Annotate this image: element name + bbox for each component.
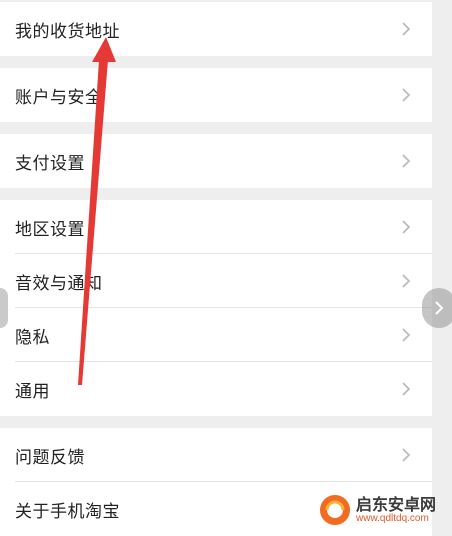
settings-item-feedback[interactable]: 问题反馈 [0,428,432,482]
watermark: 启东安卓网 www.qdltdq.com [318,491,448,529]
settings-item-account-security[interactable]: 账户与安全 [0,68,432,122]
settings-item-sound-notification[interactable]: 音效与通知 [0,254,432,308]
chevron-right-icon [402,154,411,168]
settings-group-payment: 支付设置 [0,134,432,188]
side-nav-next-button[interactable] [422,288,452,328]
watermark-title: 启东安卓网 [356,494,437,514]
watermark-url: www.qdltdq.com [356,513,429,525]
settings-item-address[interactable]: 我的收货地址 [0,2,432,56]
side-nav-left-handle[interactable] [0,288,8,328]
settings-item-label: 账户与安全 [15,87,103,108]
chevron-right-icon [402,382,411,396]
chevron-right-icon [435,301,444,315]
settings-item-label: 隐私 [15,327,50,348]
settings-item-region[interactable]: 地区设置 [0,200,432,254]
chevron-right-icon [402,328,411,342]
chevron-right-icon [402,274,411,288]
watermark-logo-icon [320,495,350,525]
chevron-right-icon [402,22,411,36]
chevron-right-icon [402,88,411,102]
settings-page: 我的收货地址 账户与安全 支付设置 地区设置 音效与通知 隐私 通用 问题反馈 … [0,0,432,536]
settings-item-label: 我的收货地址 [15,21,120,42]
chevron-right-icon [402,220,411,234]
settings-group-account: 账户与安全 [0,68,432,122]
settings-item-label: 地区设置 [15,219,85,240]
settings-group-general: 地区设置 音效与通知 隐私 通用 [0,200,432,416]
settings-item-general[interactable]: 通用 [0,362,432,416]
settings-group-address: 我的收货地址 [0,2,432,56]
settings-item-label: 通用 [15,381,50,402]
settings-item-privacy[interactable]: 隐私 [0,308,432,362]
settings-item-label: 音效与通知 [15,273,103,294]
chevron-right-icon [402,448,411,462]
settings-item-payment[interactable]: 支付设置 [0,134,432,188]
settings-item-label: 问题反馈 [15,447,85,468]
settings-item-label: 关于手机淘宝 [15,501,120,522]
settings-item-label: 支付设置 [15,153,85,174]
